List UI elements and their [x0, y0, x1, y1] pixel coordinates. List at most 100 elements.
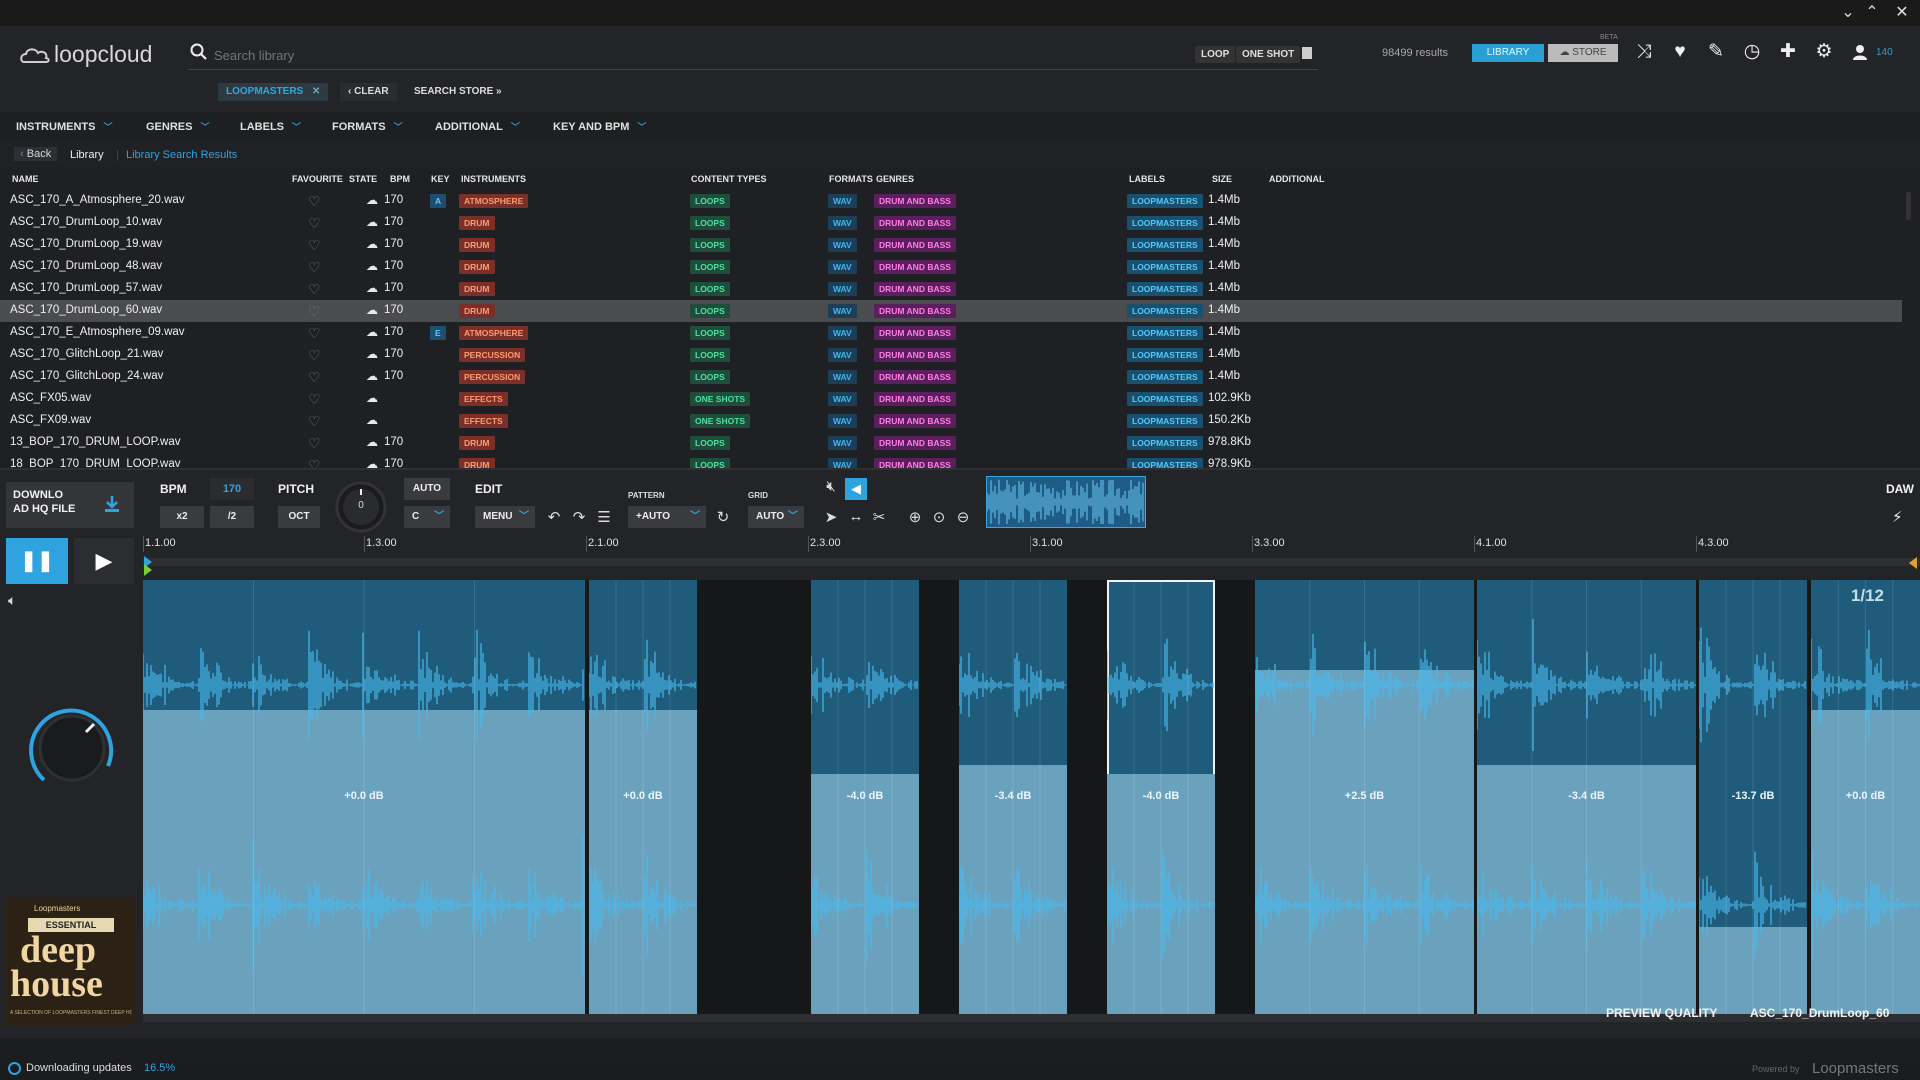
favourite-heart-icon[interactable]: ♡ [308, 193, 321, 210]
breadcrumb-library[interactable]: Library [70, 149, 104, 161]
cloud-state-icon[interactable]: ☁ [366, 369, 378, 383]
pencil-icon[interactable]: ✎ [1704, 40, 1728, 64]
table-row[interactable]: ASC_FX05.wav ♡ ☁ EFFECTS ONE SHOTS WAV DRUM AN… [0, 388, 1902, 410]
cloud-state-icon[interactable]: ☁ [366, 237, 378, 251]
genre-tag[interactable]: DRUM AND BASS [874, 348, 956, 362]
favourite-heart-icon[interactable]: ♡ [308, 325, 321, 342]
instrument-tag[interactable]: ATMOSPHERE [459, 326, 529, 340]
gear-icon[interactable]: ⚙ [1812, 40, 1836, 64]
table-row[interactable]: ASC_170_E_Atmosphere_09.wav ♡ ☁ 170 E ATMOSPH… [0, 322, 1902, 344]
album-art[interactable]: Loopmasters ESSENTIAL deep house A SELEC… [6, 898, 136, 1026]
bpm-value[interactable]: 170 [210, 478, 254, 500]
format-tag[interactable]: WAV [828, 282, 857, 296]
favourite-heart-icon[interactable]: ♡ [308, 259, 321, 276]
favourite-heart-icon[interactable]: ♡ [308, 215, 321, 232]
edit-menu-select[interactable]: MENU ﹀ [475, 506, 535, 528]
genre-tag[interactable]: DRUM AND BASS [874, 216, 956, 230]
col-header-state[interactable]: STATE [349, 174, 377, 184]
genre-tag[interactable]: DRUM AND BASS [874, 370, 956, 384]
search-input[interactable] [214, 44, 914, 66]
format-tag[interactable]: WAV [828, 260, 857, 274]
cloud-state-icon[interactable]: ☁ [366, 281, 378, 295]
bpm-half-button[interactable]: /2 [210, 506, 254, 528]
col-header-instruments[interactable]: INSTRUMENTS [461, 174, 526, 184]
pitch-auto-button[interactable]: AUTO [404, 478, 450, 500]
label-tag[interactable]: LOOPMASTERS [1127, 348, 1203, 362]
instrument-tag[interactable]: DRUM [459, 304, 495, 318]
bpm-double-button[interactable]: x2 [160, 506, 204, 528]
zoom-out-icon[interactable]: ⊖ [954, 508, 972, 526]
format-tag[interactable]: WAV [828, 392, 857, 406]
stretch-icon[interactable]: ↔ [846, 508, 866, 525]
minimize-button[interactable]: ⌄ [1838, 3, 1858, 23]
user-icon[interactable] [1848, 40, 1872, 64]
audio-clip[interactable]: -4.0 dB [1107, 580, 1215, 1014]
store-button[interactable]: ☁ STORE [1548, 44, 1618, 62]
instrument-tag[interactable]: DRUM [459, 282, 495, 296]
genre-tag[interactable]: DRUM AND BASS [874, 194, 956, 208]
label-tag[interactable]: LOOPMASTERS [1127, 194, 1203, 208]
lightning-icon[interactable]: ⚡︎ [1892, 508, 1903, 526]
format-tag[interactable]: WAV [828, 304, 857, 318]
cloud-state-icon[interactable]: ☁ [366, 303, 378, 317]
genre-tag[interactable]: DRUM AND BASS [874, 238, 956, 252]
content-type-tag[interactable]: LOOPS [690, 216, 730, 230]
label-tag[interactable]: LOOPMASTERS [1127, 282, 1203, 296]
label-tag[interactable]: LOOPMASTERS [1127, 326, 1203, 340]
filter-labels[interactable]: LABELS ﹀ [240, 120, 301, 133]
loop-filter-toggle[interactable]: LOOP [1195, 46, 1236, 63]
genre-tag[interactable]: DRUM AND BASS [874, 326, 956, 340]
content-type-tag[interactable]: LOOPS [690, 260, 730, 274]
table-scrollbar[interactable] [1906, 192, 1911, 220]
label-tag[interactable]: LOOPMASTERS [1127, 370, 1203, 384]
cloud-state-icon[interactable]: ☁ [366, 259, 378, 273]
redo-icon[interactable]: ↷ [570, 508, 588, 526]
genre-tag[interactable]: DRUM AND BASS [874, 304, 956, 318]
audio-clip[interactable]: +0.0 dB [1811, 580, 1920, 1014]
cursor-icon[interactable]: ➤ [822, 508, 840, 526]
table-row[interactable]: ASC_170_GlitchLoop_24.wav ♡ ☁ 170 PERCUSSION… [0, 366, 1902, 388]
library-button[interactable]: LIBRARY [1472, 44, 1544, 62]
content-type-tag[interactable]: LOOPS [690, 238, 730, 252]
cloud-state-icon[interactable]: ☁ [366, 215, 378, 229]
oneshot-filter-toggle[interactable]: ONE SHOT [1236, 46, 1301, 63]
mute-icon[interactable]: 🔇︎ [822, 478, 840, 495]
pattern-select[interactable]: +AUTO ﹀ [628, 506, 706, 528]
label-tag[interactable]: LOOPMASTERS [1127, 436, 1203, 450]
col-header-formats[interactable]: FORMATS [829, 174, 873, 184]
table-row[interactable]: ASC_170_DrumLoop_19.wav ♡ ☁ 170 DRUM LOOPS WAV… [0, 234, 1902, 256]
favourite-heart-icon[interactable]: ♡ [308, 435, 321, 452]
content-type-tag[interactable]: ONE SHOTS [690, 392, 751, 406]
instrument-tag[interactable]: DRUM [459, 436, 495, 450]
playhead-bar[interactable] [143, 558, 1920, 566]
table-row[interactable]: ASC_170_DrumLoop_57.wav ♡ ☁ 170 DRUM LOOPS WAV… [0, 278, 1902, 300]
filter-formats[interactable]: FORMATS ﹀ [332, 120, 403, 133]
instrument-tag[interactable]: DRUM [459, 260, 495, 274]
label-tag[interactable]: LOOPMASTERS [1127, 238, 1203, 252]
content-type-tag[interactable]: LOOPS [690, 194, 730, 208]
cloud-state-icon[interactable]: ☁ [366, 325, 378, 339]
table-row[interactable]: ASC_170_A_Atmosphere_20.wav ♡ ☁ 170 A ATMOSPH… [0, 190, 1902, 212]
format-tag[interactable]: WAV [828, 194, 857, 208]
col-header-favourite[interactable]: FAVOURITE [292, 174, 343, 184]
filter-toggle-indicator[interactable] [1302, 47, 1312, 59]
audio-clip[interactable]: +0.0 dB [143, 580, 585, 1014]
filter-instruments[interactable]: INSTRUMENTS ﹀ [16, 120, 112, 133]
cloud-state-icon[interactable]: ☁ [366, 413, 378, 427]
content-type-tag[interactable]: LOOPS [690, 348, 730, 362]
instrument-tag[interactable]: DRUM [459, 216, 495, 230]
octave-button[interactable]: OCT [278, 506, 320, 528]
audio-clip[interactable]: -3.4 dB [959, 580, 1067, 1014]
favourite-heart-icon[interactable]: ♡ [308, 391, 321, 408]
cloud-state-icon[interactable]: ☁ [366, 435, 378, 449]
zoom-in-icon[interactable]: ⊕ [906, 508, 924, 526]
col-header-key[interactable]: KEY [431, 174, 450, 184]
col-header-labels[interactable]: LABELS [1129, 174, 1165, 184]
col-header-additional[interactable]: ADDITIONAL [1269, 174, 1325, 184]
waveform-editor[interactable]: 1/12 +0.0 dB +0.0 dB -4.0 dB -3.4 dB -4.0 dB… [143, 580, 1920, 1014]
format-tag[interactable]: WAV [828, 326, 857, 340]
label-tag[interactable]: LOOPMASTERS [1127, 260, 1203, 274]
search-icon[interactable] [190, 43, 208, 61]
content-type-tag[interactable]: LOOPS [690, 326, 730, 340]
table-row[interactable]: ASC_170_DrumLoop_10.wav ♡ ☁ 170 DRUM LOOPS WAV… [0, 212, 1902, 234]
